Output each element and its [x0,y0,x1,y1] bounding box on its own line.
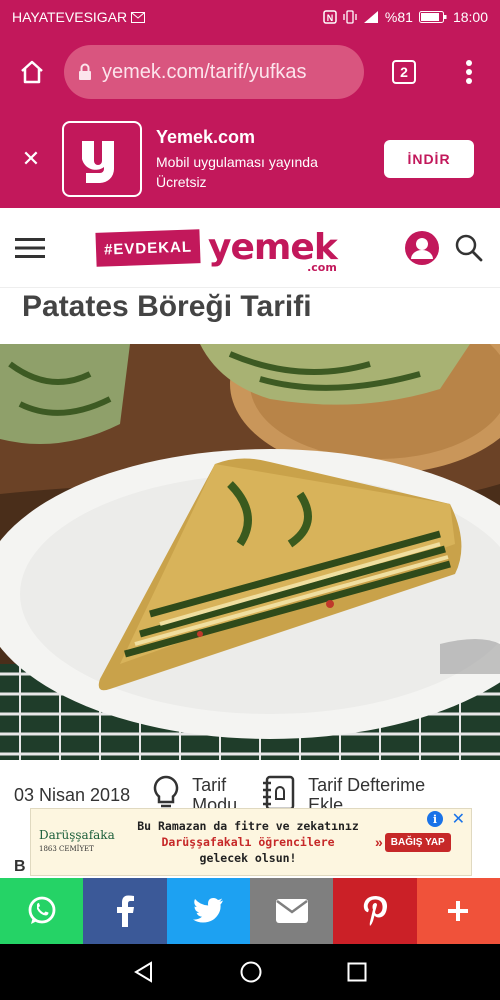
advertisement[interactable]: Darüşşafaka 1863 CEMİYET Bu Ramazan da f… [30,808,472,876]
install-button[interactable]: İNDİR [384,140,474,178]
url-field[interactable]: yemek.com/tarif/yufkas [64,45,364,99]
close-icon: ✕ [21,146,41,171]
recents-icon[interactable] [347,962,367,982]
ad-copy: Bu Ramazan da fitre ve zekatınız Darüşşa… [121,818,375,866]
home-nav-icon[interactable] [240,961,262,983]
plus-icon [448,901,469,921]
site-logo-suffix: .com [307,260,337,274]
ad-line-3: gelecek olsun! [199,851,297,865]
campaign-tag[interactable]: #EVDEKAL [95,228,201,267]
facebook-icon [116,895,134,927]
profile-button[interactable] [400,208,444,288]
banner-price: Ücretsiz [156,173,207,190]
share-bar [0,878,500,944]
site-logo[interactable]: yemek .com [208,229,338,273]
share-whatsapp-button[interactable] [0,878,84,944]
ad-close-icon[interactable]: ✕ [452,809,465,829]
banner-close-button[interactable]: ✕ [0,110,62,208]
site-header: #EVDEKAL yemek .com [0,208,500,288]
app-logo [62,121,142,197]
banner-subtitle: Mobil uygulaması yayında [156,153,318,170]
ad-cta-button[interactable]: BAĞIŞ YAP [384,832,451,852]
notebook-icon [263,775,295,811]
recipe-title: Patates Böreği Tarifi [22,290,312,323]
share-email-button[interactable] [249,878,334,944]
lock-icon [79,63,91,80]
ad-info-icon[interactable]: i [427,811,443,827]
search-button[interactable] [444,208,494,288]
share-more-button[interactable] [416,878,500,944]
nfc-icon: N [323,10,337,24]
share-facebook-button[interactable] [83,878,167,944]
recipe-hero-image [0,344,500,760]
back-icon[interactable] [133,961,155,983]
section-initial: B [14,858,26,875]
ad-brand-name: Darüşşafaka [39,828,115,842]
tab-switcher-button[interactable]: 2 [364,34,444,110]
share-pinterest-button[interactable] [333,878,417,944]
lightbulb-icon [153,775,179,808]
carrier-name: HAYATEVESIGAR [12,9,128,25]
yemek-logo-icon [82,141,114,183]
home-button[interactable] [0,34,64,110]
ad-cta[interactable]: » BAĞIŞ YAP [375,832,471,852]
ad-brand-logo: Darüşşafaka 1863 CEMİYET [31,829,121,855]
ad-line-1: Bu Ramazan da fitre ve zekatınız [137,819,359,833]
more-vert-icon [466,60,472,84]
search-icon [455,234,483,261]
menu-button[interactable] [0,208,60,288]
whatsapp-icon [28,896,56,924]
home-icon [21,60,43,84]
status-bar: HAYATEVESIGAR N %81 18:00 [0,0,500,34]
share-twitter-button[interactable] [166,878,250,944]
app-install-banner: ✕ Yemek.com Mobil uygulaması yayında Ücr… [0,110,500,208]
signal-icon [363,11,378,23]
browser-toolbar: yemek.com/tarif/yufkas 2 [0,34,500,110]
user-icon [405,230,439,265]
svg-text:N: N [327,13,334,23]
url-text: yemek.com/tarif/yufkas [102,60,307,83]
message-icon [131,11,146,23]
browser-menu-button[interactable] [444,34,494,110]
double-chevron-icon: » [375,834,383,850]
tab-count: 2 [392,60,416,84]
twitter-icon [193,898,224,923]
hamburger-icon [15,237,45,258]
recipe-photo [0,344,500,760]
vibrate-icon [343,10,357,24]
clock: 18:00 [452,9,488,25]
battery-icon [418,11,447,23]
ad-brand-sub: 1863 CEMİYET [39,845,94,853]
ad-line-2: Darüşşafakalı öğrencilere [161,835,335,849]
system-nav-bar [0,944,500,1000]
email-icon [275,899,308,923]
banner-title: Yemek.com [156,126,256,147]
battery-percent: %81 [384,9,413,25]
pinterest-icon [363,896,387,926]
recipe-date: 03 Nisan 2018 [14,784,131,805]
